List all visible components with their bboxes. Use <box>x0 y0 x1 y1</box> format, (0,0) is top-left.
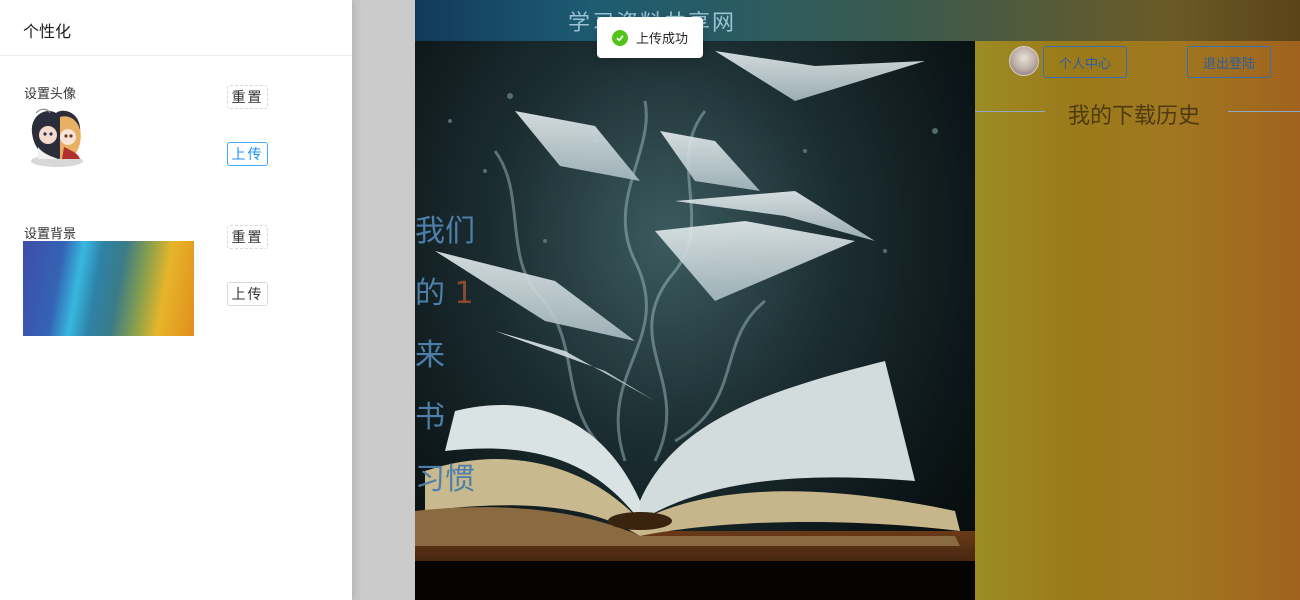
slogan-line: 书 <box>415 400 445 435</box>
download-history-title: 我的下载历史 <box>1068 104 1201 129</box>
avatar-section-label: 设置头像 <box>24 87 77 102</box>
reset-background-button[interactable]: 重置 <box>227 225 268 249</box>
drawer-title: 个性化 <box>0 0 352 56</box>
slogan-line: 习惯 <box>415 462 475 497</box>
upload-background-button[interactable]: 上传 <box>227 282 268 306</box>
divider-right <box>1228 111 1300 112</box>
slogan-line: 的 1 <box>415 276 474 311</box>
hero-slogan: 我们 的 1 来 书 习惯 <box>415 201 475 511</box>
toast-message: 上传成功 <box>636 32 689 47</box>
upload-avatar-button[interactable]: 上传 <box>227 142 268 166</box>
open-book-illustration <box>415 51 975 600</box>
avatar-preview-image <box>24 103 90 169</box>
drawer-mask[interactable] <box>352 0 415 600</box>
check-circle-icon <box>612 29 628 46</box>
divider-left <box>975 111 1045 112</box>
success-toast: 上传成功 <box>597 17 703 58</box>
reset-avatar-button[interactable]: 重置 <box>227 85 268 109</box>
slogan-line: 来 <box>415 338 445 373</box>
background-preview-image <box>23 241 194 336</box>
logout-button[interactable]: 退出登陆 <box>1187 46 1271 78</box>
personal-center-button[interactable]: 个人中心 <box>1043 46 1127 78</box>
hero-banner-image: 我们 的 1 来 书 习惯 <box>415 41 975 600</box>
top-bar <box>415 0 1300 41</box>
personalize-drawer: 个性化 设置头像 重置 上传 设置背景 重置 上传 <box>0 0 352 600</box>
slogan-line: 我们 <box>415 214 475 249</box>
user-avatar[interactable] <box>1009 46 1039 76</box>
background-section-label: 设置背景 <box>24 227 77 242</box>
